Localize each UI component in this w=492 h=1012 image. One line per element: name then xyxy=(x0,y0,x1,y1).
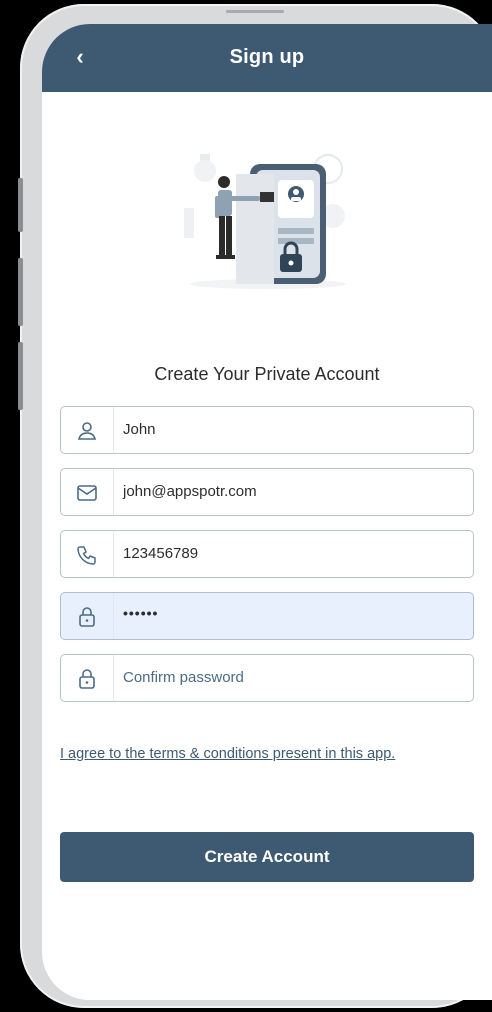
password-input[interactable]: •••••• xyxy=(123,593,158,636)
confirm-password-input[interactable]: Confirm password xyxy=(123,655,244,701)
user-icon xyxy=(77,422,97,440)
page-title: Sign up xyxy=(229,46,305,68)
email-input[interactable]: john@appspotr.com xyxy=(123,469,257,515)
side-button xyxy=(18,178,23,232)
confirm-password-field[interactable]: Confirm password xyxy=(60,654,474,702)
lock-icon xyxy=(79,607,95,627)
password-field[interactable]: •••••• xyxy=(60,592,474,640)
email-field[interactable]: john@appspotr.com xyxy=(60,468,474,516)
name-input[interactable]: John xyxy=(123,407,156,453)
field-divider xyxy=(113,593,114,639)
name-field[interactable]: John xyxy=(60,406,474,454)
mail-icon xyxy=(77,485,97,501)
create-account-button[interactable]: Create Account xyxy=(60,832,474,882)
phone-icon xyxy=(77,546,96,565)
speaker-grille xyxy=(226,10,284,13)
section-heading: Create Your Private Account xyxy=(154,364,380,384)
field-divider xyxy=(113,531,114,577)
phone-input[interactable]: 123456789 xyxy=(123,531,198,577)
phone-field[interactable]: 123456789 xyxy=(60,530,474,578)
app-header: ‹ Sign up xyxy=(42,24,492,92)
field-divider xyxy=(113,469,114,515)
lock-icon xyxy=(79,669,95,689)
field-divider xyxy=(113,407,114,453)
security-illustration-icon xyxy=(184,154,346,289)
volume-down-button xyxy=(18,342,23,410)
app-screen: ‹ Sign up Create Your Private Account Jo… xyxy=(42,24,492,1000)
field-divider xyxy=(113,655,114,701)
volume-up-button xyxy=(18,258,23,326)
terms-link[interactable]: I agree to the terms & conditions presen… xyxy=(60,746,480,762)
